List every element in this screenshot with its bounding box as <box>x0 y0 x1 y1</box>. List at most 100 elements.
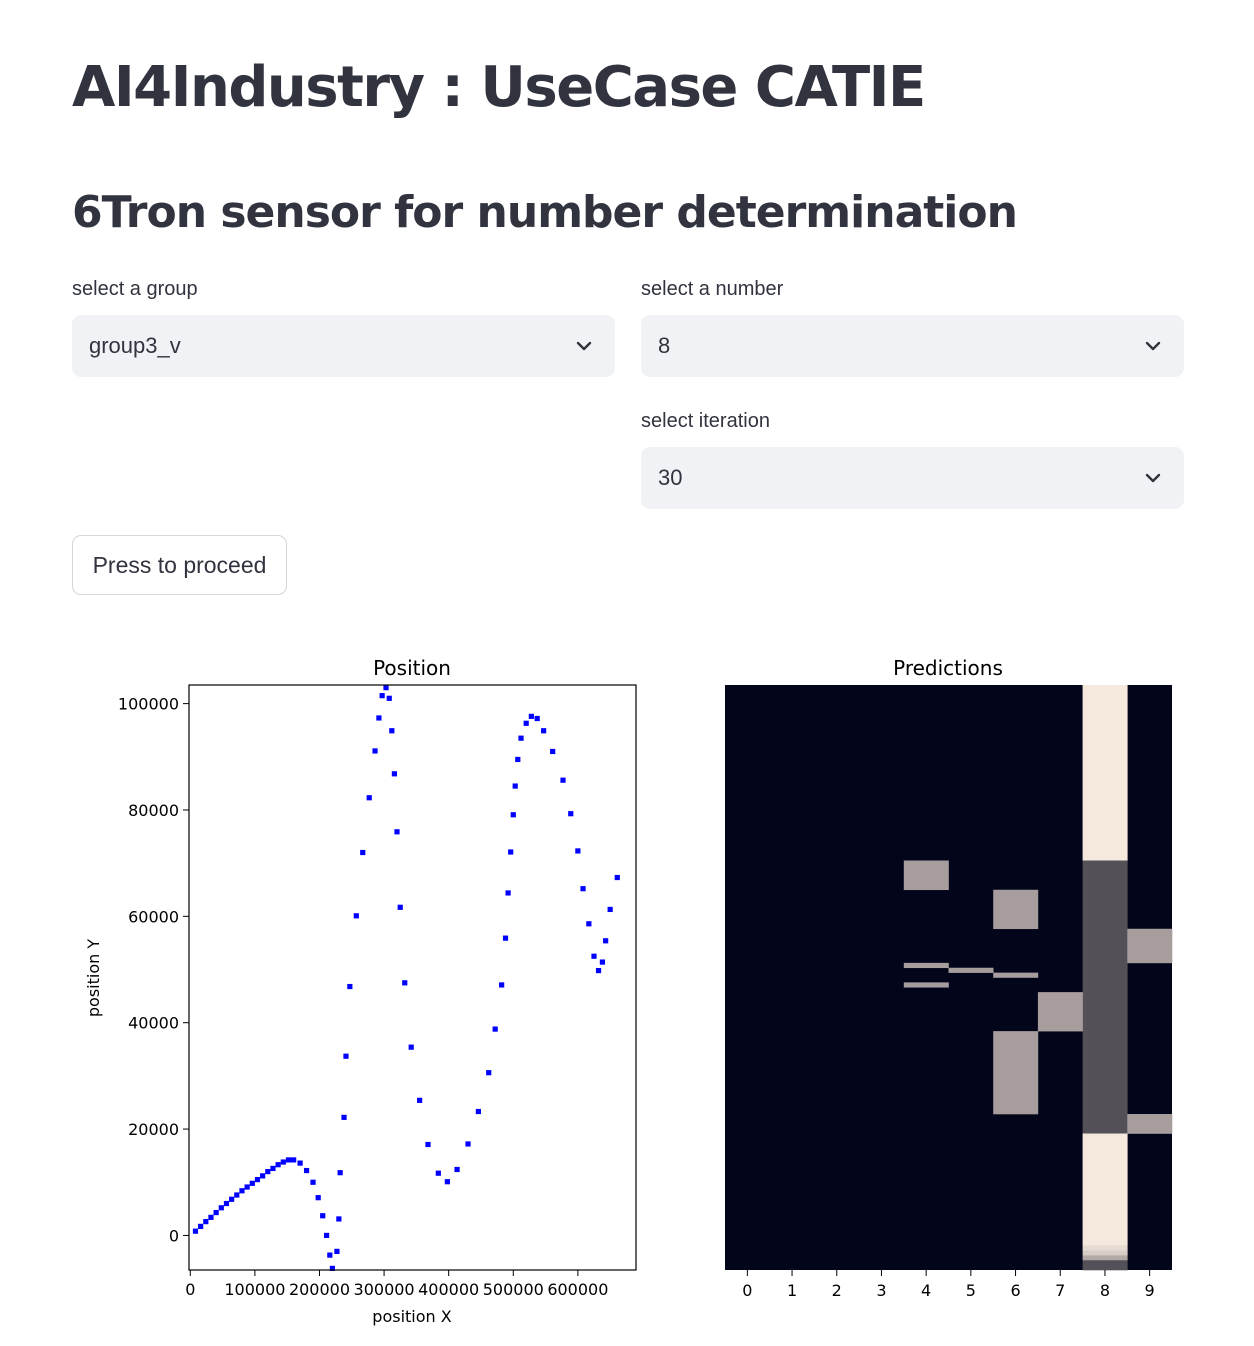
scatter-point <box>435 1170 441 1176</box>
page-title: AI4Industry : UseCase CATIE <box>72 55 926 120</box>
scatter-point <box>402 980 408 986</box>
iteration-select[interactable]: 30 <box>641 447 1184 509</box>
scatter-point <box>518 735 524 741</box>
scatter-point <box>315 1195 321 1201</box>
chevron-down-icon <box>1145 341 1161 351</box>
x-axis-label: position X <box>372 1307 451 1326</box>
scatter-point <box>234 1192 240 1198</box>
scatter-point <box>249 1180 255 1186</box>
scatter-point <box>265 1169 271 1175</box>
scatter-point <box>372 748 378 754</box>
scatter-point <box>239 1188 245 1194</box>
x-tick-label: 300000 <box>354 1280 415 1299</box>
scatter-point <box>218 1205 224 1211</box>
scatter-point <box>379 693 385 699</box>
scatter-point <box>394 829 400 835</box>
scatter-point <box>260 1173 266 1179</box>
scatter-point <box>397 904 403 910</box>
scatter-point <box>275 1162 281 1168</box>
scatter-point <box>327 1252 333 1258</box>
y-axis-label: position Y <box>84 939 103 1017</box>
y-tick-label: 20000 <box>128 1120 179 1139</box>
scatter-point <box>523 720 529 726</box>
scatter-point <box>244 1184 250 1190</box>
scatter-point <box>391 771 398 777</box>
y-tick-label: 100000 <box>118 695 179 714</box>
scatter-point <box>347 983 353 990</box>
scatter-point <box>541 728 547 734</box>
y-tick-label: 40000 <box>128 1014 179 1033</box>
scatter-point <box>366 795 372 801</box>
scatter-point <box>360 849 366 856</box>
heatmap-cell <box>1127 928 1173 964</box>
heatmap-cell <box>1082 1255 1128 1261</box>
scatter-point <box>492 1026 498 1032</box>
heatmap-cell <box>1082 860 1128 1134</box>
scatter-point <box>515 756 521 763</box>
x-tick-label: 500000 <box>483 1280 544 1299</box>
group-select[interactable]: group3_v <box>72 315 615 377</box>
scatter-point <box>607 906 613 913</box>
scatter-point <box>341 1114 347 1120</box>
scatter-point <box>310 1179 316 1185</box>
heatmap-cell <box>993 1031 1039 1115</box>
chart-title: Predictions <box>893 656 1003 680</box>
heatmap-cell <box>903 962 949 969</box>
heatmap-cell <box>1082 1245 1128 1251</box>
scatter-point <box>580 886 586 892</box>
scatter-point <box>280 1159 286 1165</box>
x-tick-label: 200000 <box>289 1280 350 1299</box>
scatter-point <box>505 890 511 896</box>
scatter-point <box>575 848 581 854</box>
heatmap-cell <box>903 982 949 988</box>
scatter-point <box>568 811 574 817</box>
x-tick-label: 0 <box>742 1281 752 1300</box>
x-tick-label: 9 <box>1145 1281 1155 1300</box>
number-select[interactable]: 8 <box>641 315 1184 377</box>
y-tick-label: 0 <box>169 1226 179 1245</box>
scatter-point <box>408 1044 414 1050</box>
scatter-point <box>417 1097 423 1103</box>
x-tick-label: 3 <box>876 1281 886 1300</box>
scatter-point <box>486 1070 492 1076</box>
scatter-point <box>297 1160 303 1166</box>
x-tick-label: 4 <box>921 1281 931 1300</box>
scatter-point <box>334 1248 340 1254</box>
scatter-point <box>343 1053 349 1059</box>
number-select-value: 8 <box>658 333 671 358</box>
scatter-point <box>499 982 505 988</box>
scatter-point <box>229 1196 235 1202</box>
heatmap-cell <box>1082 1250 1128 1256</box>
proceed-button[interactable]: Press to proceed <box>72 535 287 595</box>
heatmap-cell <box>1082 1133 1128 1246</box>
scatter-point <box>534 715 540 722</box>
scatter-point <box>591 953 597 959</box>
scatter-point <box>510 812 516 818</box>
iteration-select-value: 30 <box>658 465 683 490</box>
scatter-point <box>475 1108 481 1115</box>
scatter-point <box>528 713 534 719</box>
heatmap-cell <box>1082 1260 1128 1271</box>
x-tick-label: 8 <box>1100 1281 1110 1300</box>
x-tick-label: 600000 <box>547 1280 608 1299</box>
heatmap-cell <box>948 967 994 973</box>
page-subtitle: 6Tron sensor for number determination <box>72 187 1018 238</box>
scatter-point <box>270 1165 276 1172</box>
x-tick-label: 7 <box>1055 1281 1065 1300</box>
scatter-point <box>376 715 382 721</box>
x-tick-label: 5 <box>966 1281 976 1300</box>
scatter-point <box>550 748 556 755</box>
scatter-point <box>353 913 359 919</box>
scatter-point <box>291 1157 297 1163</box>
scatter-point <box>323 1232 330 1239</box>
scatter-point <box>320 1213 326 1219</box>
chart-title: Position <box>373 656 451 680</box>
scatter-point <box>425 1141 431 1148</box>
scatter-point <box>508 849 514 855</box>
scatter-point <box>213 1209 219 1216</box>
scatter-point <box>383 685 389 691</box>
scatter-point <box>198 1223 204 1229</box>
group-select-label: select a group <box>72 278 198 300</box>
scatter-point <box>285 1157 292 1163</box>
heatmap-cell <box>1037 992 1083 1032</box>
